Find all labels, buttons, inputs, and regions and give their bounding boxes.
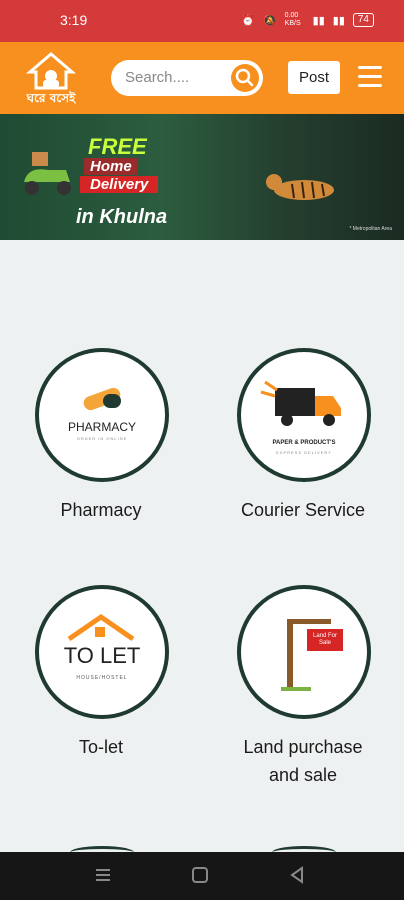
- promo-banner[interactable]: FREE Home Delivery in Khulna * Metropoli…: [0, 114, 404, 240]
- service-label-land: Land purchase and sale: [243, 737, 363, 785]
- tiger-image: [266, 174, 334, 200]
- service-label-courier: Courier Service: [240, 500, 366, 520]
- banner-line1: FREE: [88, 134, 147, 159]
- banner-note: * Metropolitan Area: [349, 226, 392, 232]
- post-button[interactable]: Post: [288, 61, 340, 94]
- service-card-land[interactable]: Land For Sale Land purchase and sale: [237, 585, 371, 789]
- app-bar: ঘরে বসেই Search.... Post: [0, 42, 404, 114]
- signal-icon: ▮▮: [312, 14, 325, 27]
- search-box[interactable]: Search....: [111, 60, 263, 96]
- banner-line2: Home: [84, 158, 138, 175]
- hamburger-menu-icon[interactable]: [358, 66, 382, 88]
- data-speed: 0.00 KB/S: [284, 12, 301, 27]
- delivery-truck-icon: [260, 380, 341, 426]
- home-logo-icon: [25, 52, 77, 90]
- app-logo[interactable]: ঘরে বসেই: [16, 50, 86, 108]
- service-card-to-let[interactable]: TO LET HOUSE/HOSTEL To-let: [35, 585, 169, 761]
- pharmacy-image: PHARMACY ORDER IN ONLINE: [35, 348, 169, 482]
- search-placeholder: Search....: [125, 69, 190, 86]
- mute-icon: 🔕: [262, 14, 277, 27]
- home-nav-icon[interactable]: [191, 866, 209, 884]
- system-nav-bar: [0, 852, 404, 900]
- service-label-pharmacy: Pharmacy: [60, 500, 142, 520]
- land-image: Land For Sale: [237, 585, 371, 719]
- pharmacy-image-text: PHARMACY: [67, 420, 136, 434]
- status-bar: 3:19 ⏰ 🔕 0.00 KB/S ▮▮ ▮▮ 74: [0, 0, 404, 42]
- signal-icon-2: ▮▮: [332, 14, 345, 27]
- courier-image-text: PAPER & PRODUCT'S: [272, 440, 336, 446]
- service-label-to-let: To-let: [78, 737, 123, 757]
- search-button[interactable]: [231, 64, 259, 92]
- back-icon[interactable]: [288, 866, 306, 884]
- service-card-pharmacy[interactable]: PHARMACY ORDER IN ONLINE Pharmacy: [35, 348, 169, 524]
- scooter-icon: [24, 152, 71, 195]
- search-icon: [235, 68, 254, 87]
- land-image-text: Land For Sale: [312, 633, 337, 646]
- courier-image-subtext: EXPRESS DELIVERY: [276, 450, 332, 455]
- pharmacy-image-subtext: ORDER IN ONLINE: [76, 436, 128, 441]
- to-let-image-text: TO LET: [63, 643, 141, 668]
- to-let-image-subtext: HOUSE/HOSTEL: [76, 675, 128, 681]
- status-icons: ⏰ 🔕 0.00 KB/S ▮▮ ▮▮ 74: [241, 12, 374, 28]
- to-let-image: TO LET HOUSE/HOSTEL: [35, 585, 169, 719]
- recents-icon[interactable]: [94, 866, 112, 884]
- pill-icon: [83, 387, 121, 411]
- for-sale-sign-icon: [281, 619, 343, 691]
- courier-image: PAPER & PRODUCT'S EXPRESS DELIVERY: [237, 348, 371, 482]
- battery-icon: 74: [352, 13, 374, 27]
- banner-line3: Delivery: [80, 176, 159, 193]
- logo-text: ঘরে বসেই: [26, 91, 76, 105]
- status-time: 3:19: [60, 12, 88, 28]
- banner-line4: in Khulna: [76, 206, 168, 228]
- service-card-courier[interactable]: PAPER & PRODUCT'S EXPRESS DELIVERY Couri…: [237, 348, 371, 524]
- alarm-icon: ⏰: [241, 14, 255, 27]
